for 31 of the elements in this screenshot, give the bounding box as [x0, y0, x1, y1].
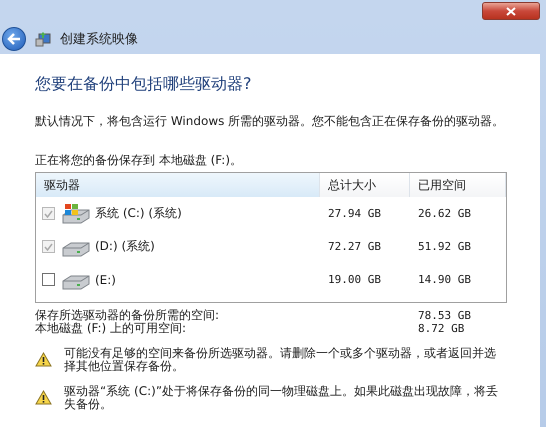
system-drive-icon — [61, 202, 91, 224]
warning-text: 驱动器“系统 (C:)”处于将保存备份的同一物理磁盘上。如果此磁盘出现故障，将丢失备份。 — [64, 385, 500, 411]
column-header[interactable]: 驱动器 — [36, 173, 320, 197]
total-size: 19.00 GB — [327, 273, 382, 286]
drive-checkbox[interactable] — [42, 273, 55, 286]
column-header[interactable]: 总计大小 — [320, 173, 410, 197]
summary-value: 8.72 GB — [418, 322, 466, 335]
used-space: 51.92 GB — [417, 240, 472, 253]
drive-name: 系统 (C:) (系统) — [94, 205, 182, 222]
drive-name: (D:) (系统) — [94, 238, 155, 255]
summary-label: 本地磁盘 (F:) 上的可用空间: — [35, 322, 188, 335]
summary-label: 保存所选驱动器的备份所需的空间: — [35, 309, 220, 322]
back-button[interactable] — [2, 27, 26, 51]
warning-icon — [35, 390, 52, 405]
total-size: 27.94 GB — [327, 207, 382, 220]
warning-text: 可能没有足够的空间来备份所选驱动器。请删除一个或多个驱动器，或者返回并选择其他位置保存备份。 — [64, 347, 497, 373]
page-heading: 您要在备份中包括哪些驱动器? — [35, 74, 252, 95]
close-icon — [506, 6, 516, 16]
used-space: 14.90 GB — [417, 273, 472, 286]
back-arrow-icon — [7, 33, 21, 45]
warning-icon — [35, 352, 52, 367]
total-size: 72.27 GB — [327, 240, 382, 253]
column-header[interactable]: 已用空间 — [410, 173, 506, 197]
summary-value: 78.53 GB — [418, 309, 472, 322]
close-button[interactable] — [482, 2, 540, 20]
backup-icon — [34, 30, 52, 48]
drive-name: (E:) — [94, 272, 116, 286]
used-space: 26.62 GB — [417, 207, 472, 220]
destination-text: 正在将您的备份保存到 本地磁盘 (F:)。 — [35, 152, 244, 169]
description-text: 默认情况下，将包含运行 Windows 所需的驱动器。您不能包含正在保存备份的驱动器。 — [35, 113, 506, 130]
window-title: 创建系统映像 — [60, 31, 138, 48]
